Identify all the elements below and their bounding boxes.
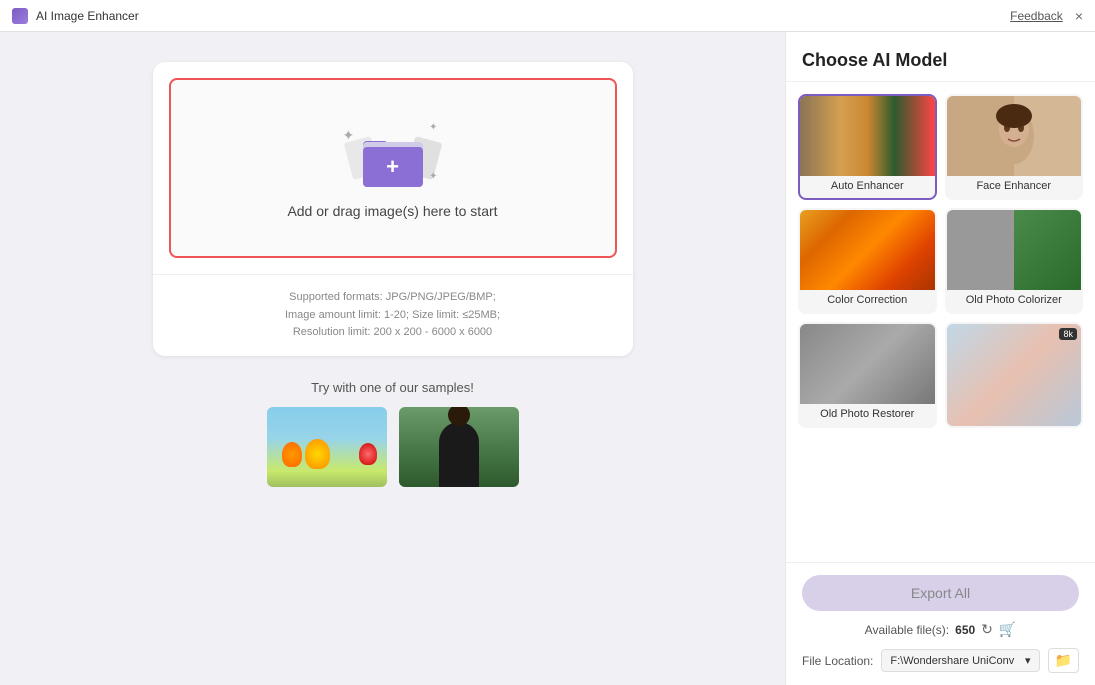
colorizer-color (1014, 210, 1081, 290)
balloon-3 (359, 443, 377, 465)
color-correction-thumb (800, 210, 935, 290)
drop-area-wrapper: + ✦ ✦ ✦ Add or drag image(s) here to sta… (153, 62, 633, 356)
right-panel-bottom: Export All Available file(s): 650 ↻ 🛒 Fi… (786, 562, 1095, 685)
available-label: Available file(s): (865, 623, 949, 637)
model-card-auto-enhancer[interactable]: Auto Enhancer (798, 94, 937, 200)
open-folder-button[interactable]: 📁 (1048, 648, 1079, 673)
face-enhancer-image (947, 96, 1082, 176)
left-panel: + ✦ ✦ ✦ Add or drag image(s) here to sta… (0, 32, 785, 685)
model-card-face-enhancer[interactable]: Face Enhancer (945, 94, 1084, 200)
export-all-button[interactable]: Export All (802, 575, 1079, 611)
old-photo-restorer-label: Old Photo Restorer (800, 404, 935, 426)
samples-section: Try with one of our samples! (153, 380, 633, 487)
file-location-path: F:\Wondershare UniConv (890, 655, 1014, 667)
sparkle-icon-tl: ✦ (343, 127, 355, 144)
woman-thumbnail (399, 407, 519, 487)
auto-enhancer-thumb (800, 96, 935, 176)
choose-model-title: Choose AI Model (802, 50, 1079, 71)
face-svg (984, 101, 1044, 171)
supported-formats: Supported formats: JPG/PNG/JPEG/BMP; (173, 289, 613, 307)
chevron-down-icon: ▾ (1025, 654, 1031, 667)
colorizer-grey (947, 210, 1014, 290)
model-card-ai-upscaler[interactable]: 8k AI Upscaler (945, 322, 1084, 428)
feedback-link[interactable]: Feedback (1010, 9, 1063, 23)
samples-row (153, 407, 633, 487)
old-photo-colorizer-label: Old Photo Colorizer (947, 290, 1082, 312)
ai-upscaler-label: AI Upscaler (947, 426, 1082, 428)
ai-upscaler-thumb: 8k (947, 324, 1082, 426)
file-location-select[interactable]: F:\Wondershare UniConv ▾ (881, 649, 1039, 672)
right-panel-header: Choose AI Model (786, 32, 1095, 82)
cart-icon[interactable]: 🛒 (999, 621, 1016, 638)
old-photo-colorizer-image (947, 210, 1082, 290)
sample-thumb-woman[interactable] (399, 407, 519, 487)
model-grid: Auto Enhancer (786, 82, 1095, 562)
face-enhancer-thumb (947, 96, 1082, 176)
amount-limit: Image amount limit: 1-20; Size limit: ≤2… (173, 307, 613, 325)
restorer-image (800, 324, 935, 404)
color-correction-image (800, 210, 935, 290)
auto-enhancer-image (800, 96, 935, 176)
file-location-row: File Location: F:\Wondershare UniConv ▾ … (802, 648, 1079, 673)
samples-title: Try with one of our samples! (153, 380, 633, 395)
file-info: Supported formats: JPG/PNG/JPEG/BMP; Ima… (153, 274, 633, 356)
color-correction-label: Color Correction (800, 290, 935, 312)
resolution-limit: Resolution limit: 200 x 200 - 6000 x 600… (173, 324, 613, 342)
drop-label: Add or drag image(s) here to start (287, 203, 497, 219)
available-row: Available file(s): 650 ↻ 🛒 (802, 621, 1079, 638)
balloon-thumbnail (267, 407, 387, 487)
close-button[interactable]: × (1075, 9, 1083, 23)
title-bar-right: Feedback × (1010, 9, 1083, 23)
main-layout: + ✦ ✦ ✦ Add or drag image(s) here to sta… (0, 32, 1095, 685)
folder-icon-wrap: + ✦ ✦ ✦ (353, 117, 433, 187)
old-photo-colorizer-thumb (947, 210, 1082, 290)
available-count: 650 (955, 623, 975, 637)
refresh-icon[interactable]: ↻ (981, 621, 993, 638)
upscaler-badge: 8k (1059, 328, 1077, 340)
model-card-old-photo-restorer[interactable]: Old Photo Restorer (798, 322, 937, 428)
app-icon (12, 8, 28, 24)
auto-enhancer-label: Auto Enhancer (800, 176, 935, 198)
right-panel: Choose AI Model Auto Enhancer (785, 32, 1095, 685)
folder-front: + (363, 147, 423, 187)
file-location-label: File Location: (802, 654, 873, 668)
balloon-2 (305, 439, 330, 469)
woman-silhouette (439, 422, 479, 487)
sample-thumb-balloons[interactable] (267, 407, 387, 487)
sparkle-icon-tr: ✦ (429, 122, 437, 133)
model-card-color-correction[interactable]: Color Correction (798, 208, 937, 314)
face-enhancer-label: Face Enhancer (947, 176, 1082, 198)
title-bar: AI Image Enhancer Feedback × (0, 0, 1095, 32)
drop-zone[interactable]: + ✦ ✦ ✦ Add or drag image(s) here to sta… (169, 78, 617, 258)
sparkle-icon-br: ✦ (429, 171, 437, 182)
title-bar-left: AI Image Enhancer (12, 8, 139, 24)
balloon-1 (282, 442, 302, 467)
model-card-old-photo-colorizer[interactable]: Old Photo Colorizer (945, 208, 1084, 314)
app-title: AI Image Enhancer (36, 9, 139, 23)
plus-icon: + (386, 156, 399, 178)
woman-head (448, 407, 470, 426)
old-photo-restorer-thumb (800, 324, 935, 404)
